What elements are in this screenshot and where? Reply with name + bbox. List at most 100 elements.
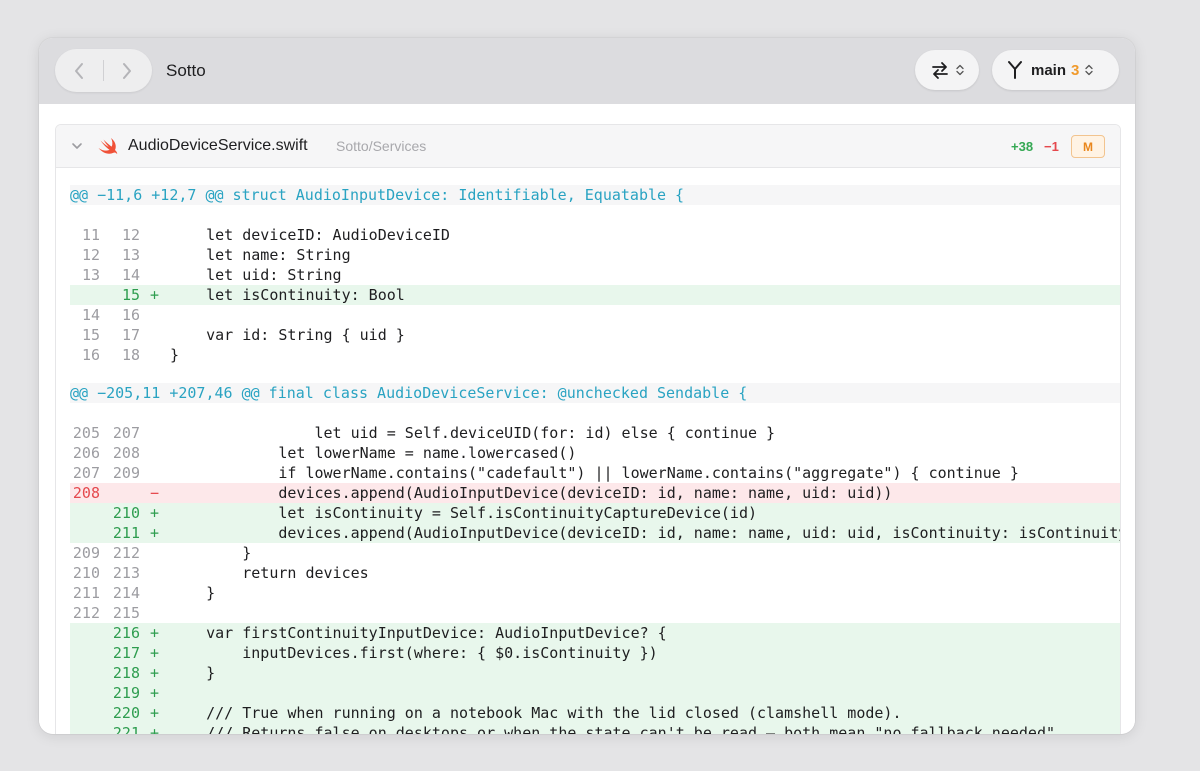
- app-window: Sotto main 3 AudioDeviceService.swift So…: [39, 38, 1135, 734]
- chevron-down-icon[interactable]: [70, 139, 84, 153]
- branch-icon: [1008, 61, 1022, 79]
- branch-name: main: [1031, 61, 1067, 79]
- new-line-number: 216: [112, 624, 140, 642]
- old-line-number: 207: [72, 464, 100, 482]
- diff-line-added: 210 + let isContinuity = Self.isContinuit…: [70, 503, 1120, 523]
- hunk-header: @@ −205,11 +207,46 @@ final class AudioD…: [70, 383, 1120, 403]
- new-line-number: 213: [112, 564, 140, 582]
- diff-line-added: 211 + devices.append(AudioInputDevice(dev…: [70, 523, 1120, 543]
- code-text: let isContinuity: Bool: [170, 286, 405, 304]
- diff-sign: +: [150, 664, 160, 682]
- diff-sign: +: [150, 504, 160, 522]
- new-line-number: 17: [121, 326, 140, 344]
- diff-line-added: 217 + inputDevices.first(where: { $0.isCo…: [70, 643, 1120, 663]
- diff-sign: +: [150, 684, 160, 702]
- diff-sign: +: [150, 644, 160, 662]
- nav-buttons: [55, 49, 152, 92]
- additions-count: +38: [1011, 139, 1034, 154]
- code-text: devices.append(AudioInputDevice(deviceID…: [170, 484, 893, 502]
- chevron-left-icon: [75, 62, 83, 79]
- hunk-header: @@ −11,6 +12,7 @@ struct AudioInputDevic…: [70, 185, 1120, 205]
- updown-chevron-icon: [956, 64, 964, 76]
- old-line-number: 205: [72, 424, 100, 442]
- code-text: if lowerName.contains("cadefault") || lo…: [170, 464, 1019, 482]
- code-text: /// True when running on a notebook Mac …: [170, 704, 902, 722]
- old-line-number: 206: [72, 444, 100, 462]
- diff-line: 14 16: [70, 305, 1120, 325]
- diff-line: 15 17 var id: String { uid }: [70, 325, 1120, 345]
- diff-line: 205 207 let uid = Self.deviceUID(for: id)…: [70, 423, 1120, 443]
- diff-line: 207 209 if lowerName.contains("cadefault"…: [70, 463, 1120, 483]
- diff-line: 211 214 }: [70, 583, 1120, 603]
- new-line-number: 18: [121, 346, 140, 364]
- old-line-number: 12: [81, 246, 100, 264]
- old-line-number: 210: [72, 564, 100, 582]
- diff-line: 16 18}: [70, 345, 1120, 365]
- diff-sign: −: [150, 484, 160, 502]
- back-button[interactable]: [55, 49, 103, 92]
- old-line-number: 211: [72, 584, 100, 602]
- modified-status-badge: M: [1071, 135, 1105, 158]
- new-line-number: 214: [112, 584, 140, 602]
- new-line-number: 219: [112, 684, 140, 702]
- old-line-number: 208: [72, 484, 100, 502]
- code-text: let name: String: [170, 246, 351, 264]
- new-line-number: 12: [121, 226, 140, 244]
- code-text: var id: String { uid }: [170, 326, 405, 344]
- diff-sign: +: [150, 724, 160, 734]
- diff-line: 210 213 return devices: [70, 563, 1120, 583]
- code-text: let deviceID: AudioDeviceID: [170, 226, 450, 244]
- old-line-number: 209: [72, 544, 100, 562]
- new-line-number: 14: [121, 266, 140, 284]
- window-title: Sotto: [166, 61, 206, 80]
- diff-line: 12 13 let name: String: [70, 245, 1120, 265]
- diff-content: AudioDeviceService.swift Sotto/Services …: [39, 104, 1135, 734]
- old-line-number: 13: [81, 266, 100, 284]
- new-line-number: 210: [112, 504, 140, 522]
- new-line-number: 207: [112, 424, 140, 442]
- file-name[interactable]: AudioDeviceService.swift: [128, 137, 308, 155]
- file-header[interactable]: AudioDeviceService.swift Sotto/Services …: [56, 125, 1120, 168]
- code-text: }: [170, 584, 216, 602]
- diff-line: 206 208 let lowerName = name.lowercased(): [70, 443, 1120, 463]
- compare-menu-button[interactable]: [915, 50, 979, 90]
- new-line-number: 215: [112, 604, 140, 622]
- branch-selector[interactable]: main 3: [992, 50, 1119, 90]
- code-text: return devices: [170, 564, 369, 582]
- new-line-number: 217: [112, 644, 140, 662]
- diff-line-added: 218 + }: [70, 663, 1120, 683]
- branch-change-count: 3: [1071, 61, 1080, 79]
- diff-sign: +: [150, 286, 160, 304]
- code-text: inputDevices.first(where: { $0.isContinu…: [170, 644, 658, 662]
- diff-line-added: 221 + /// Returns false on desktops or wh…: [70, 723, 1120, 734]
- code-text: devices.append(AudioInputDevice(deviceID…: [170, 524, 1120, 542]
- old-line-number: 11: [81, 226, 100, 244]
- diff-sign: +: [150, 624, 160, 642]
- code-text: }: [170, 664, 216, 682]
- chevron-right-icon: [123, 62, 131, 79]
- diff-sign: +: [150, 704, 160, 722]
- diff-line-added: 219 +: [70, 683, 1120, 703]
- diff-sign: +: [150, 524, 160, 542]
- diff-line: 212 215: [70, 603, 1120, 623]
- code-text: let uid = Self.deviceUID(for: id) else {…: [170, 424, 776, 442]
- toolbar: Sotto main 3: [39, 38, 1135, 104]
- old-line-number: 14: [81, 306, 100, 324]
- new-line-number: 218: [112, 664, 140, 682]
- file-diff-card: AudioDeviceService.swift Sotto/Services …: [55, 124, 1121, 734]
- diff-line-removed: 208 − devices.append(AudioInputDevice(dev…: [70, 483, 1120, 503]
- deletions-count: −1: [1044, 139, 1059, 154]
- new-line-number: 209: [112, 464, 140, 482]
- swap-arrows-icon: [932, 62, 948, 79]
- new-line-number: 220: [112, 704, 140, 722]
- new-line-number: 212: [112, 544, 140, 562]
- diff-line: 13 14 let uid: String: [70, 265, 1120, 285]
- forward-button[interactable]: [103, 49, 151, 92]
- new-line-number: 221: [112, 724, 140, 734]
- swift-icon: [98, 138, 118, 154]
- diff-line: 209 212 }: [70, 543, 1120, 563]
- diff-line-added: 216 + var firstContinuityInputDevice: Aud…: [70, 623, 1120, 643]
- new-line-number: 16: [121, 306, 140, 324]
- old-line-number: 212: [72, 604, 100, 622]
- new-line-number: 208: [112, 444, 140, 462]
